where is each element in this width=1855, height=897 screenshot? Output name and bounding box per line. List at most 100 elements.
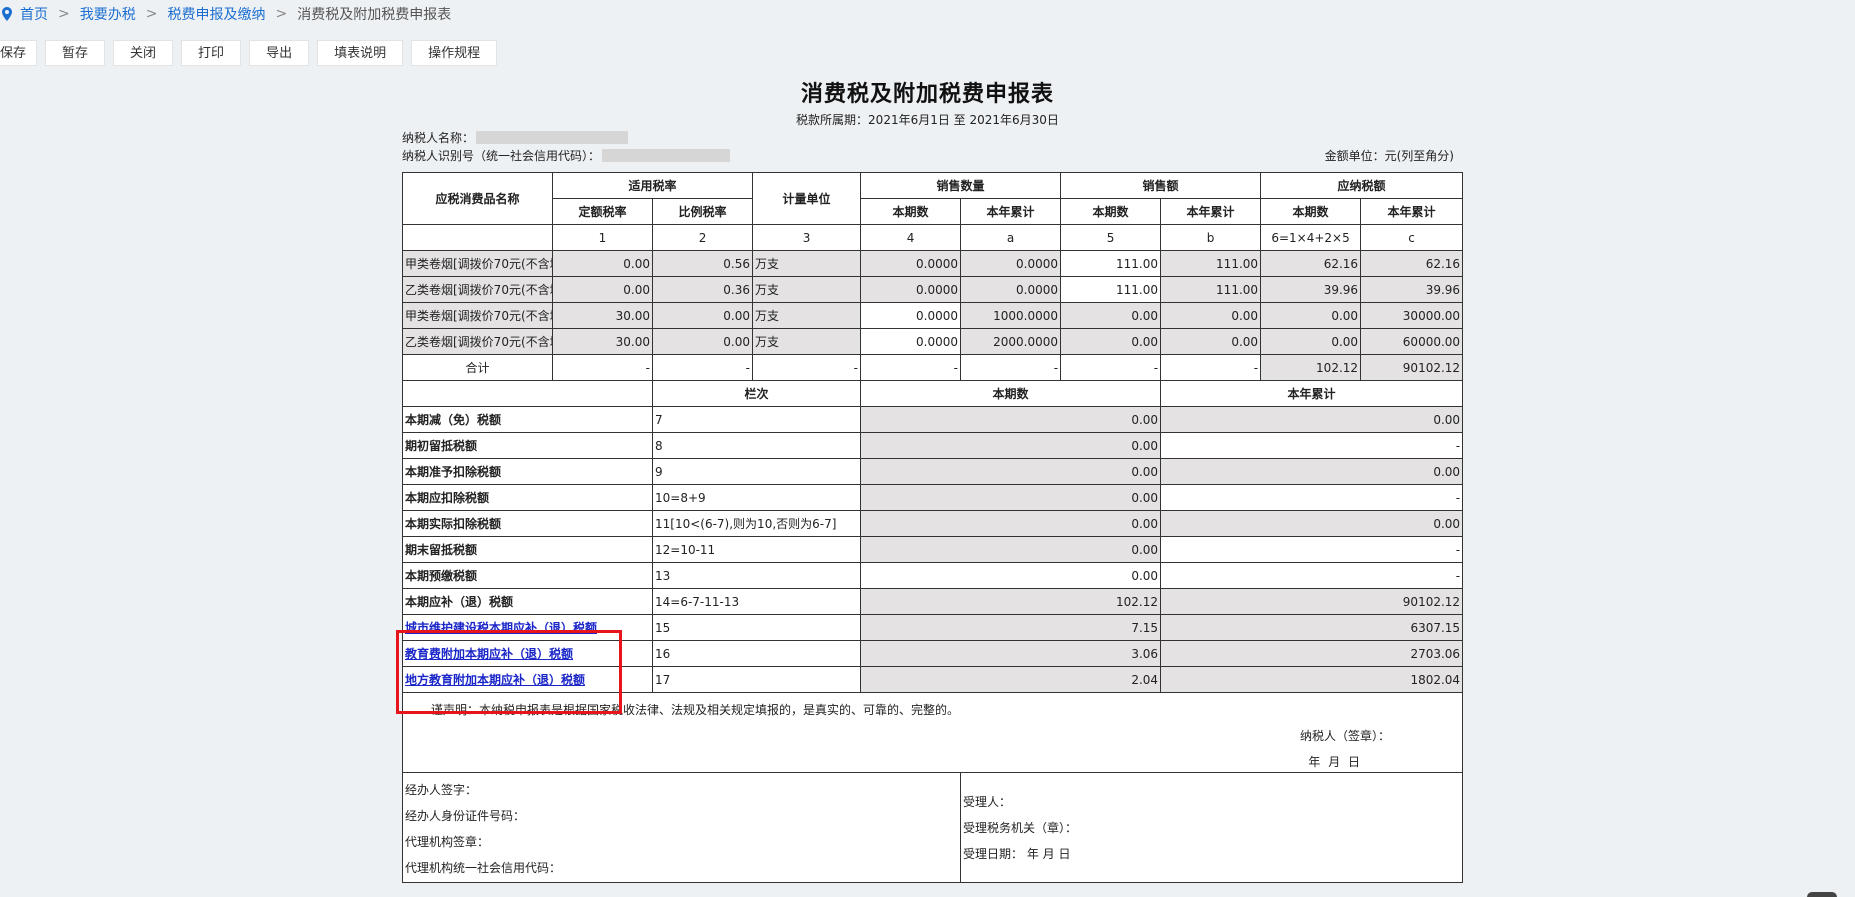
item-label: 本期减（免）税额 (402, 406, 653, 433)
print-button[interactable]: 打印 (181, 40, 242, 66)
table-row: 城市维护建设税本期应补（退）税额 15 7.15 6307.15 (402, 614, 1464, 641)
tax-ytd-cell: 62.16 (1360, 250, 1464, 277)
tax-period: 税款所属期：2021年6月1日 至 2021年6月30日 (796, 113, 1059, 127)
toolbar: 保存 暂存 关闭 打印 导出 填表说明 操作规程 (0, 40, 498, 66)
breadcrumb-separator: > (275, 6, 288, 22)
total-dash: - (651, 354, 754, 381)
unit-cell: 万支 (752, 302, 862, 329)
prop-rate-cell: 0.00 (651, 302, 754, 329)
col-code: 1 (552, 224, 653, 251)
table-row: 本期减（免）税额 7 0.00 0.00 (402, 406, 1464, 433)
prop-rate-cell: 0.36 (651, 276, 754, 303)
total-dash: - (1160, 354, 1262, 381)
save-draft-button[interactable]: 暂存 (45, 40, 106, 66)
local-education-surcharge-link[interactable]: 地方教育附加本期应补（退）税额 (405, 673, 585, 687)
table-row: 本期准予扣除税额 9 0.00 0.00 (402, 458, 1464, 485)
item-ytd: 2703.06 (1160, 640, 1464, 667)
total-dash: - (752, 354, 862, 381)
tax-ytd-cell: 60000.00 (1360, 328, 1464, 355)
tax-ytd-cell: 30000.00 (1360, 302, 1464, 329)
agent-id-label: 经办人身份证件号码： (405, 809, 526, 823)
taxpayer-id-redacted (602, 149, 731, 162)
education-surcharge-link[interactable]: 教育费附加本期应补（退）税额 (405, 647, 573, 661)
total-dash: - (1060, 354, 1162, 381)
table-row: 乙类卷烟[调拨价70元(不含增 30.00 0.00 万支 0.0000 200… (402, 328, 1464, 355)
item-label: 本期准予扣除税额 (402, 458, 653, 485)
table-row: 教育费附加本期应补（退）税额 16 3.06 2703.06 (402, 640, 1464, 667)
item-ytd: - (1160, 432, 1464, 459)
item-code: 14=6-7-11-13 (651, 588, 862, 615)
item-code: 13 (651, 562, 862, 589)
urban-construction-tax-link[interactable]: 城市维护建设税本期应补（退）税额 (405, 621, 597, 635)
export-button[interactable]: 导出 (249, 40, 310, 66)
save-button[interactable]: 保存 (0, 40, 38, 66)
breadcrumb-home-link[interactable]: 首页 (20, 4, 48, 24)
tax-current-cell: 39.96 (1260, 276, 1362, 303)
page: 首页 > 我要办税 > 税费申报及缴纳 > 消费税及附加税费申报表 保存 暂存 … (0, 0, 1855, 897)
section2-header: 栏次 本期数 本年累计 (402, 380, 1464, 407)
breadcrumb-tax-handling-link[interactable]: 我要办税 (80, 4, 136, 24)
header-ytd: 本年累计 (1160, 380, 1464, 407)
item-current: 0.00 (860, 406, 1162, 433)
header-tax-current: 本期数 (1260, 198, 1362, 225)
prepaid-tax-input[interactable]: 0.00 (860, 562, 1162, 589)
header-qty-current: 本期数 (860, 198, 962, 225)
procedures-button[interactable]: 操作规程 (411, 40, 498, 66)
taxpayer-id-label: 纳税人识别号（统一社会信用代码）： (402, 149, 601, 163)
breadcrumb-declaration-link[interactable]: 税费申报及缴纳 (167, 4, 265, 24)
item-ytd: 6307.15 (1160, 614, 1464, 641)
col-code: c (1360, 224, 1464, 251)
col-code: b (1160, 224, 1262, 251)
product-name-cell: 甲类卷烟[调拨价70元(不含增 (402, 250, 553, 277)
tax-current-cell: 0.00 (1260, 328, 1362, 355)
taxpayer-name-label: 纳税人名称： (402, 131, 475, 145)
qty-current-cell: 0.0000 (860, 250, 962, 277)
table-row: 乙类卷烟[调拨价70元(不含增 0.00 0.36 万支 0.0000 0.00… (402, 276, 1464, 303)
taxpayer-name: 纳税人名称： (402, 129, 629, 146)
header-qty-ytd: 本年累计 (960, 198, 1062, 225)
taxpayer-signature-label: 纳税人（签章）： (1300, 729, 1391, 743)
item-code: 12=10-11 (651, 536, 862, 563)
agency-code-label: 代理机构统一社会信用代码： (405, 861, 562, 875)
col-code: 2 (651, 224, 754, 251)
agent-receiver-row: 经办人签字： 经办人身份证件号码： 代理机构签章： 代理机构统一社会信用代码： … (401, 772, 1464, 883)
qty-ytd-cell: 2000.0000 (960, 328, 1062, 355)
col-code: 6=1×4+2×5 (1260, 224, 1362, 251)
item-code: 9 (651, 458, 862, 485)
amount-current-cell: 0.00 (1060, 302, 1162, 329)
amount-ytd-cell: 0.00 (1160, 328, 1262, 355)
total-dash: - (960, 354, 1062, 381)
col-code: 3 (752, 224, 862, 251)
header-amount-ytd: 本年累计 (1160, 198, 1262, 225)
declaration-row: 谨声明：本纳税申报表是根据国家税收法律、法规及相关规定填报的，是真实的、可靠的、… (401, 692, 1464, 773)
header-tax-ytd: 本年累计 (1360, 198, 1464, 225)
header-line-no: 栏次 (651, 380, 862, 407)
amount-current-cell: 0.00 (1060, 328, 1162, 355)
amount-current-input[interactable]: 111.00 (1060, 276, 1162, 303)
fixed-rate-cell: 30.00 (552, 328, 653, 355)
header-fixed-rate: 定额税率 (552, 198, 653, 225)
item-code: 11[10<(6-7),则为10,否则为6-7] (651, 510, 862, 537)
taxpayer-name-redacted (476, 131, 629, 144)
col-code: 4 (860, 224, 962, 251)
qty-current-input[interactable]: 0.0000 (860, 328, 962, 355)
col-code: a (960, 224, 1062, 251)
item-current: 3.06 (860, 640, 1162, 667)
receiver-block: 受理人： 受理税务机关（章）： 受理日期： 年 月 日 (960, 772, 1464, 883)
product-name-cell: 甲类卷烟[调拨价70元(不含增 (402, 302, 553, 329)
fixed-rate-cell: 30.00 (552, 302, 653, 329)
instructions-button[interactable]: 填表说明 (317, 40, 404, 66)
col-code: 5 (1060, 224, 1162, 251)
table-row: 期末留抵税额 12=10-11 0.00 - (402, 536, 1464, 563)
qty-ytd-cell: 0.0000 (960, 250, 1062, 277)
amount-ytd-cell: 0.00 (1160, 302, 1262, 329)
amount-current-input[interactable]: 111.00 (1060, 250, 1162, 277)
close-button[interactable]: 关闭 (113, 40, 174, 66)
item-label: 期初留抵税额 (402, 432, 653, 459)
amount-ytd-cell: 111.00 (1160, 276, 1262, 303)
item-ytd: 90102.12 (1160, 588, 1464, 615)
item-ytd: - (1160, 536, 1464, 563)
table-row: 甲类卷烟[调拨价70元(不含增 0.00 0.56 万支 0.0000 0.00… (402, 250, 1464, 277)
qty-current-input[interactable]: 0.0000 (860, 302, 962, 329)
item-code: 15 (651, 614, 862, 641)
